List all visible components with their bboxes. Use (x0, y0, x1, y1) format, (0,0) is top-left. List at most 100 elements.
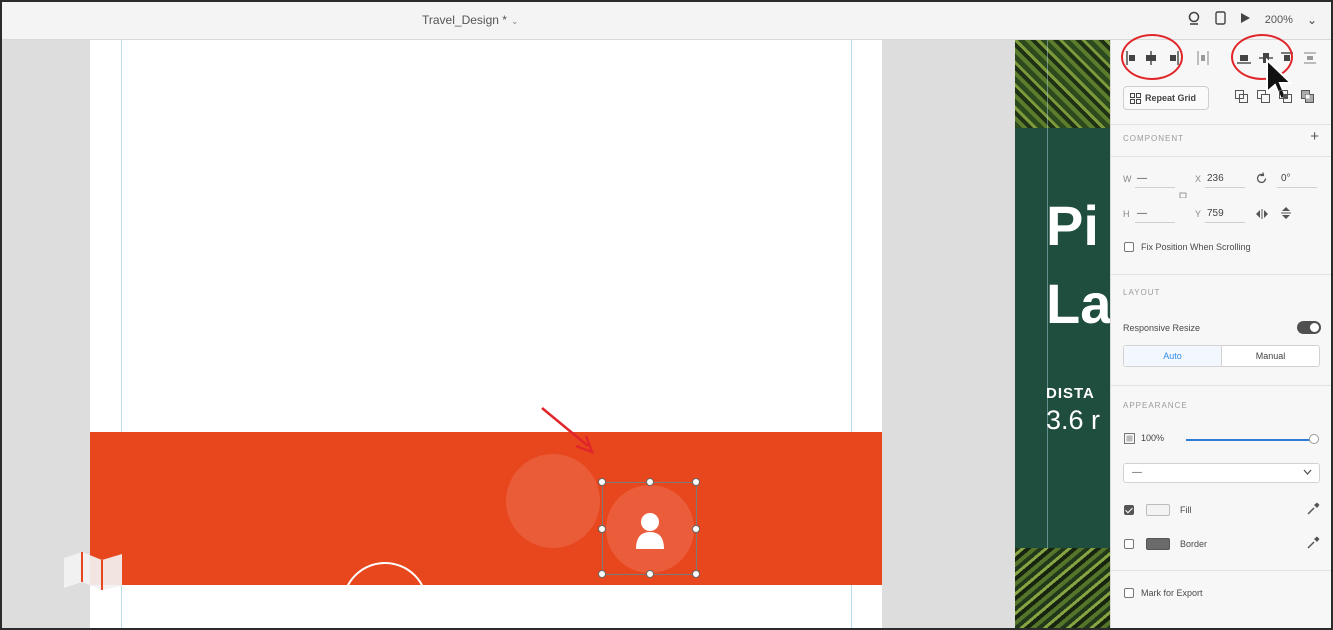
preview-heading-line1: Pi (1046, 194, 1099, 257)
fix-position-checkbox[interactable] (1124, 242, 1134, 252)
adjacent-artboard-preview[interactable]: Pi La DISTA 3.6 r (1015, 40, 1112, 628)
title-bar: Travel_Design * ⌄ 200% ⌄ (2, 2, 1331, 40)
resize-handle-top[interactable] (646, 478, 654, 486)
appearance-section-label: APPEARANCE (1123, 401, 1188, 410)
x-field-underline (1205, 187, 1245, 188)
rotation-field-underline (1277, 187, 1317, 188)
section-divider (1111, 156, 1331, 157)
nav-circle-background[interactable] (506, 454, 600, 548)
opacity-slider-handle[interactable] (1309, 434, 1319, 444)
eyedropper-icon[interactable] (1307, 536, 1320, 549)
resize-mode-auto[interactable]: Auto (1124, 346, 1222, 366)
y-field-label: Y (1195, 209, 1202, 219)
artboard[interactable] (64, 40, 882, 628)
layout-section-label: LAYOUT (1123, 288, 1161, 297)
property-inspector: Repeat Grid COMPONENT + W — X 236 0° H —… (1110, 34, 1331, 628)
fill-label: Fill (1180, 505, 1192, 515)
repeat-grid-button[interactable]: Repeat Grid (1123, 86, 1209, 110)
foliage-image-top (1015, 40, 1110, 128)
document-title: Travel_Design * (422, 13, 507, 27)
footer-nav-bar[interactable] (64, 407, 882, 628)
preview-distance-label: DISTA (1046, 385, 1095, 402)
zoom-level[interactable]: 200% (1265, 14, 1293, 26)
foliage-image-bottom (1015, 548, 1110, 628)
height-field-underline (1135, 222, 1175, 223)
responsive-resize-label: Responsive Resize (1123, 323, 1201, 333)
grid-icon (1130, 92, 1141, 104)
flip-vertical-icon[interactable] (1281, 206, 1291, 220)
repeat-grid-label: Repeat Grid (1145, 93, 1197, 103)
zoom-chevron-icon[interactable]: ⌄ (1307, 13, 1317, 27)
lock-aspect-icon[interactable] (1179, 190, 1187, 198)
border-label: Border (1180, 539, 1208, 549)
section-divider (1111, 385, 1331, 386)
top-toolbar: 200% ⌄ (1187, 11, 1317, 28)
fill-checkbox[interactable] (1124, 505, 1134, 515)
resize-handle-top-left[interactable] (598, 478, 606, 486)
callout-arrow-icon (541, 407, 595, 455)
share-user-icon[interactable] (1187, 11, 1201, 28)
flip-horizontal-icon[interactable] (1255, 209, 1269, 219)
selected-profile-component[interactable] (598, 478, 700, 578)
preview-distance-value: 3.6 r (1046, 405, 1101, 435)
opacity-value[interactable]: 100% (1141, 433, 1164, 443)
home-outline-circle[interactable] (342, 562, 428, 628)
blend-mode-dropdown[interactable]: — (1123, 463, 1320, 483)
highlight-ring-horizontal-align (1121, 34, 1183, 80)
fill-color-swatch[interactable] (1146, 504, 1170, 516)
add-union-icon[interactable] (1235, 90, 1248, 103)
resize-handle-bottom-left[interactable] (598, 570, 606, 578)
resize-mode-segmented-control: Auto Manual (1123, 345, 1320, 367)
opacity-slider-track[interactable] (1186, 439, 1312, 441)
section-divider (1111, 274, 1331, 275)
document-title-menu[interactable]: Travel_Design * ⌄ (422, 13, 518, 27)
y-field[interactable]: 759 (1207, 208, 1224, 219)
responsive-resize-toggle[interactable] (1297, 321, 1321, 334)
resize-handle-bottom-right[interactable] (692, 570, 700, 578)
subtract-icon[interactable] (1257, 90, 1270, 103)
height-field[interactable]: — (1137, 208, 1147, 219)
preview-heading-line2: La (1046, 272, 1112, 335)
rotate-icon (1256, 172, 1267, 184)
fix-position-label: Fix Position When Scrolling (1141, 242, 1251, 252)
distribute-vertical-icon[interactable] (1304, 51, 1316, 68)
eyedropper-icon[interactable] (1307, 502, 1320, 515)
x-field-label: X (1195, 174, 1202, 184)
repeat-grid-row: Repeat Grid (1111, 86, 1331, 112)
section-divider (1111, 124, 1331, 125)
align-toolbar (1111, 34, 1331, 101)
width-field-underline (1135, 187, 1175, 188)
width-field[interactable]: — (1137, 173, 1147, 184)
border-color-swatch[interactable] (1146, 538, 1170, 550)
resize-handle-top-right[interactable] (692, 478, 700, 486)
rotation-field[interactable]: 0° (1281, 173, 1291, 184)
component-section-label: COMPONENT (1123, 134, 1184, 143)
play-preview-icon[interactable] (1240, 12, 1251, 27)
map-icon[interactable] (64, 550, 124, 590)
device-preview-icon[interactable] (1215, 11, 1226, 28)
blend-mode-value: — (1132, 467, 1142, 478)
resize-mode-manual[interactable]: Manual (1222, 346, 1319, 366)
chevron-down-icon (1303, 467, 1312, 477)
boolean-ops (1235, 90, 1314, 103)
resize-handle-left[interactable] (598, 525, 606, 533)
add-component-button[interactable]: + (1310, 128, 1319, 145)
person-icon (636, 513, 664, 549)
preview-guide (1047, 40, 1048, 628)
app-window: Travel_Design * ⌄ 200% ⌄ Pi La DISTA 3.6… (0, 0, 1333, 630)
width-field-label: W (1123, 174, 1132, 184)
y-field-underline (1205, 222, 1245, 223)
resize-handle-bottom[interactable] (646, 570, 654, 578)
distribute-horizontal-icon[interactable] (1197, 51, 1209, 68)
chevron-down-icon: ⌄ (510, 16, 519, 26)
x-field[interactable]: 236 (1207, 173, 1224, 184)
intersect-icon[interactable] (1279, 90, 1292, 103)
exclude-overlap-icon[interactable] (1301, 90, 1314, 103)
resize-handle-right[interactable] (692, 525, 700, 533)
mark-for-export-checkbox[interactable] (1124, 588, 1134, 598)
design-canvas[interactable]: Pi La DISTA 3.6 r (2, 40, 1112, 628)
border-checkbox[interactable] (1124, 539, 1134, 549)
height-field-label: H (1123, 209, 1130, 219)
section-divider (1111, 570, 1331, 571)
opacity-icon (1124, 433, 1135, 444)
